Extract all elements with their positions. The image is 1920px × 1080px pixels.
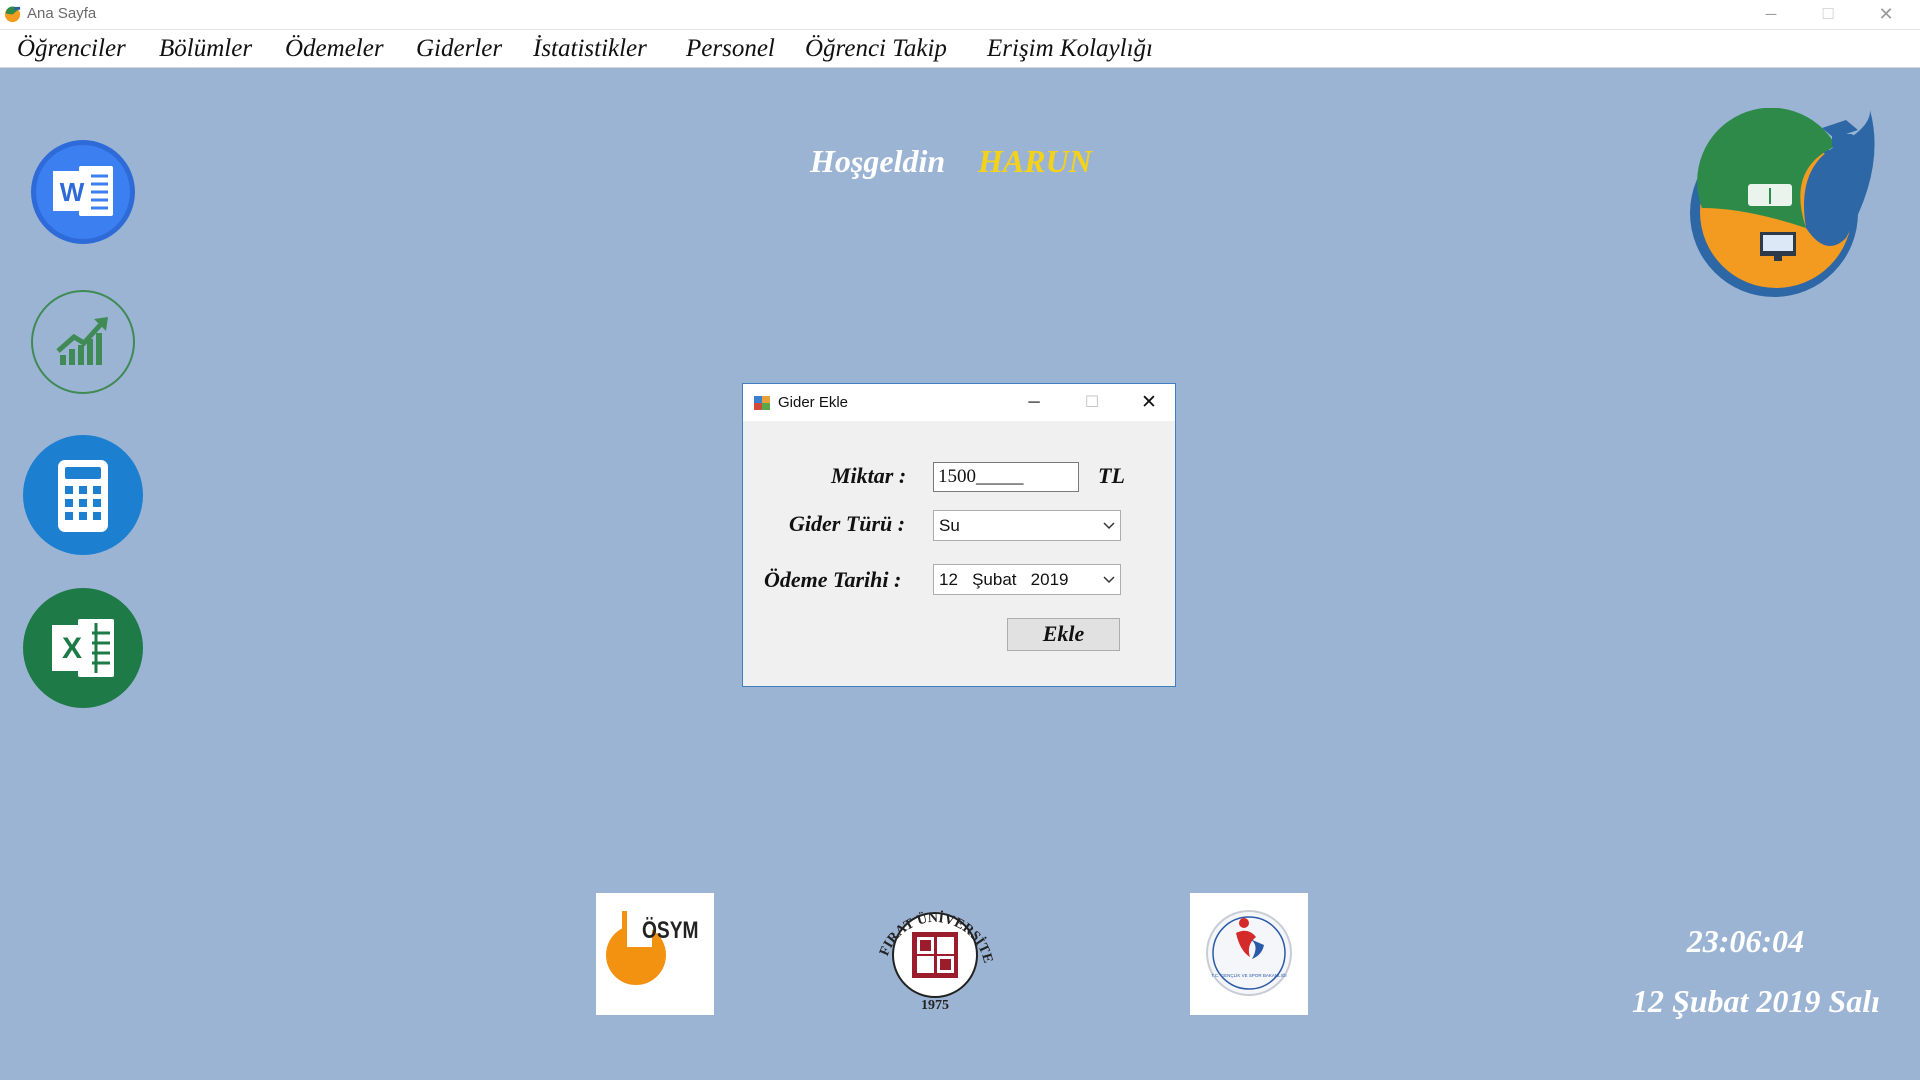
firat-year: 1975	[921, 998, 949, 1013]
menu-odemeler[interactable]: Ödemeler	[285, 35, 384, 63]
form-icon	[754, 396, 770, 410]
ministry-emblem-icon: T.C. GENÇLİK VE SPOR BAKANLIĞI	[1206, 910, 1292, 996]
add-expense-button[interactable]: Ekle	[1007, 618, 1120, 651]
amount-input[interactable]: 1500_____	[933, 462, 1079, 492]
svg-text:W: W	[60, 177, 85, 207]
osym-text: ÖSYM	[642, 917, 699, 944]
payment-date-picker[interactable]: 12 Şubat 2019	[933, 564, 1121, 595]
menu-personel[interactable]: Personel	[686, 35, 775, 63]
expense-type-value: Su	[939, 516, 960, 535]
menu-ogrenci-takip[interactable]: Öğrenci Takip	[805, 35, 947, 63]
dialog-minimize-button[interactable]: ─	[1005, 384, 1063, 421]
menu-giderler[interactable]: Giderler	[416, 35, 502, 63]
svg-text:X: X	[62, 632, 82, 665]
clock-time: 23:06:04	[1686, 923, 1804, 959]
osym-mark-icon	[606, 907, 666, 985]
maximize-button[interactable]: ☐	[1800, 0, 1856, 29]
welcome-greeting: Hoşgeldin	[810, 143, 946, 179]
minimize-button[interactable]: ─	[1743, 0, 1799, 29]
dialog-close-button[interactable]: ✕	[1120, 384, 1178, 421]
chevron-down-icon	[1103, 522, 1115, 530]
menu-istatistikler[interactable]: İstatistikler	[533, 35, 647, 63]
dialog-maximize-button[interactable]: ☐	[1063, 384, 1121, 421]
ministry-logo: T.C. GENÇLİK VE SPOR BAKANLIĞI	[1190, 893, 1308, 1015]
expense-type-select[interactable]: Su	[933, 510, 1121, 541]
clock-date: 12 Şubat 2019 Salı	[1631, 983, 1880, 1019]
menu-bar: Öğrenciler Bölümler Ödemeler Giderler İs…	[0, 30, 1920, 68]
chevron-down-icon	[1103, 576, 1115, 584]
school-logo-icon	[1690, 108, 1875, 297]
menu-bolumler[interactable]: Bölümler	[159, 35, 252, 63]
amount-label: Miktar :	[831, 463, 907, 488]
window-titlebar: Ana Sayfa ─ ☐ ✕	[0, 0, 1920, 30]
app-icon	[4, 6, 21, 23]
welcome-user-name: HARUN	[978, 143, 1092, 179]
window-title: Ana Sayfa	[27, 5, 97, 22]
gider-ekle-dialog: Gider Ekle ─ ☐ ✕ Miktar : 1500_____ TL G…	[742, 383, 1176, 687]
osym-logo: ÖSYM	[596, 893, 714, 1015]
close-button[interactable]: ✕	[1858, 0, 1914, 29]
firat-university-logo: FIRAT ÜNİVERSİTESİ 1975	[872, 892, 995, 1013]
ministry-text: T.C. GENÇLİK VE SPOR BAKANLIĞI	[1211, 972, 1286, 978]
calculator-icon[interactable]	[22, 434, 144, 556]
menu-erisim-kolayligi[interactable]: Erişim Kolaylığı	[987, 35, 1153, 63]
payment-date-value: 12 Şubat 2019	[939, 570, 1069, 589]
dialog-title: Gider Ekle	[778, 394, 849, 411]
chart-growth-icon[interactable]	[30, 289, 136, 395]
dialog-titlebar: Gider Ekle ─ ☐ ✕	[743, 384, 1175, 421]
currency-label: TL	[1098, 463, 1125, 488]
expense-type-label: Gider Türü :	[789, 511, 906, 536]
excel-icon[interactable]: X	[22, 587, 144, 709]
payment-date-label: Ödeme Tarihi :	[764, 567, 902, 592]
menu-ogrenciler[interactable]: Öğrenciler	[17, 35, 126, 63]
word-icon[interactable]: W	[29, 138, 137, 246]
